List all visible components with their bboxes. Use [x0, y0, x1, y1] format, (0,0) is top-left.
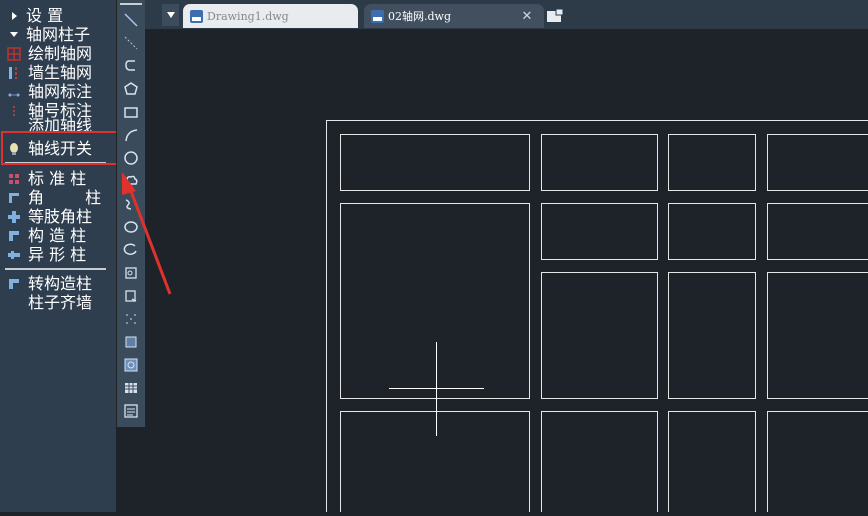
shaped-column-icon [7, 248, 21, 262]
menu-item-label: 柱子齐墙 [28, 293, 92, 312]
triangle-down-icon [7, 28, 21, 42]
close-icon[interactable]: ✕ [521, 10, 533, 22]
tab-drawing1[interactable]: Drawing1.dwg [183, 4, 358, 28]
insert-block-icon[interactable] [121, 263, 141, 283]
triangle-right-icon [7, 9, 21, 23]
revision-cloud-icon[interactable] [121, 171, 141, 191]
axis-grid-drawing [145, 29, 868, 512]
multiline-text-icon[interactable] [121, 401, 141, 421]
room-rect [669, 204, 756, 260]
menu-item-axis-dimension[interactable]: 轴网标注 [0, 82, 116, 101]
menu-item-label: 轴网标注 [28, 82, 92, 101]
menu-item-label: 标 准 柱 [28, 169, 98, 188]
room-rect [669, 412, 756, 513]
construction-line-icon[interactable] [121, 33, 141, 53]
menu-item-equal-leg-corner-column[interactable]: 等肢角柱 [0, 207, 116, 226]
point-icon[interactable] [121, 309, 141, 329]
menu-item-wall-axis[interactable]: 墙生轴网 [0, 63, 116, 82]
left-menu-panel: 设 置 轴网柱子 绘制轴网 墙生轴网 轴网标注 轴号标注 添加轴线 轴 [0, 0, 116, 512]
menu-item-structural-column[interactable]: 构 造 柱 [0, 226, 116, 245]
axis-number-icon [7, 104, 21, 118]
draw-toolbar [116, 0, 145, 427]
room-rect [768, 204, 868, 260]
grid-icon [7, 47, 21, 61]
hatch-icon[interactable] [121, 332, 141, 352]
tab-label: 02轴网.dwg [388, 8, 451, 24]
toolbar-grip[interactable] [120, 3, 142, 5]
menu-item-label: 构 造 柱 [28, 226, 86, 245]
room-rect [669, 273, 756, 399]
gradient-icon[interactable] [121, 355, 141, 375]
menu-divider [5, 268, 106, 270]
new-tab-icon[interactable] [545, 7, 565, 25]
room-rect [542, 204, 658, 260]
polygon-icon[interactable] [121, 79, 141, 99]
menu-item-label: 等肢角柱 [28, 207, 92, 226]
tab-dropdown-button[interactable] [162, 4, 179, 26]
room-rect [542, 273, 658, 399]
structural-column-icon [7, 229, 21, 243]
tab-02-axis-grid[interactable]: 02轴网.dwg [364, 4, 544, 28]
menu-item-convert-structural-column[interactable]: 转构造柱 [0, 274, 116, 293]
corner-column-icon [7, 191, 21, 205]
room-rect [341, 204, 530, 399]
room-rect [542, 135, 658, 191]
menu-item-label: 绘制轴网 [28, 44, 92, 63]
room-rect [341, 412, 530, 513]
spline-icon[interactable] [121, 194, 141, 214]
menu-item-axis-columns[interactable]: 轴网柱子 [0, 25, 116, 44]
outer-frame [327, 121, 868, 513]
menu-item-label: 轴网柱子 [26, 25, 90, 44]
crosshair-cursor [389, 342, 484, 436]
arc-icon[interactable] [121, 125, 141, 145]
menu-item-align-column-wall[interactable]: 柱子齐墙 [0, 293, 116, 312]
room-rect [768, 273, 868, 399]
ellipse-arc-icon[interactable] [121, 240, 141, 260]
rectangle-icon[interactable] [121, 102, 141, 122]
drawing-canvas[interactable] [145, 29, 868, 512]
dwg-file-icon [190, 10, 203, 23]
dwg-file-icon [371, 10, 384, 23]
room-rect [669, 135, 756, 191]
menu-item-label: 异 形 柱 [28, 245, 86, 264]
tab-label: Drawing1.dwg [207, 10, 289, 23]
triangle-down-icon [166, 10, 176, 20]
menu-item-label: 转构造柱 [28, 274, 92, 293]
menu-item-corner-column[interactable]: 角 柱 [0, 188, 116, 207]
room-rect [768, 135, 868, 191]
make-block-icon[interactable] [121, 286, 141, 306]
menu-item-label: 设 置 [26, 6, 98, 25]
menu-item-shaped-column[interactable]: 异 形 柱 [0, 245, 116, 264]
equal-leg-corner-column-icon [7, 210, 21, 224]
table-icon[interactable] [121, 378, 141, 398]
menu-item-label: 角 柱 [28, 188, 101, 207]
axis-dimension-icon [7, 85, 21, 99]
toolbar-gap [116, 427, 145, 512]
convert-structural-column-icon [7, 277, 21, 291]
circle-icon[interactable] [121, 148, 141, 168]
standard-column-icon [7, 172, 21, 186]
menu-item-label: 墙生轴网 [28, 63, 92, 82]
room-rect [341, 135, 530, 191]
polyline-icon[interactable] [121, 56, 141, 76]
menu-item-settings[interactable]: 设 置 [0, 6, 116, 25]
highlight-box [1, 131, 126, 165]
room-rect [768, 412, 868, 513]
line-icon[interactable] [121, 10, 141, 30]
ellipse-icon[interactable] [121, 217, 141, 237]
room-rect [542, 412, 658, 513]
menu-item-standard-column[interactable]: 标 准 柱 [0, 169, 116, 188]
align-column-wall-icon [7, 296, 21, 310]
menu-item-draw-axis-grid[interactable]: 绘制轴网 [0, 44, 116, 63]
wall-axis-icon [7, 66, 21, 80]
